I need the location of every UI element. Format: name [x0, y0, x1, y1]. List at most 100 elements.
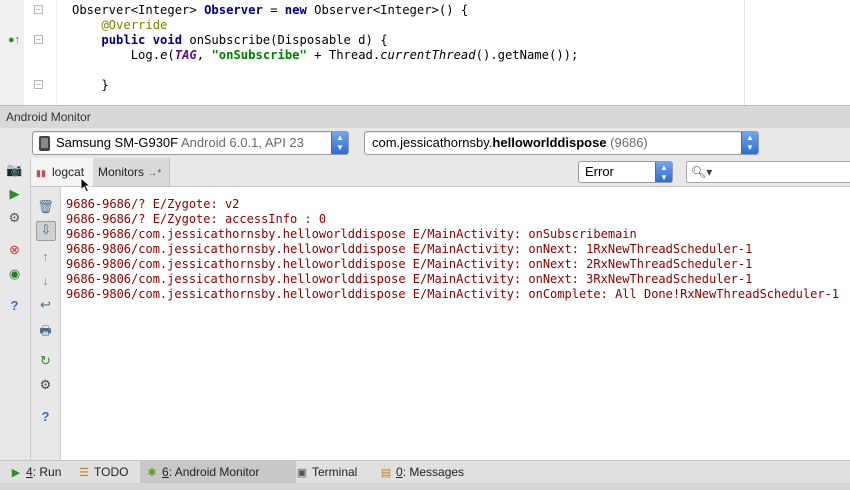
mouse-cursor-icon — [80, 177, 92, 193]
code-token: currentThread — [380, 48, 476, 62]
run-label: : Run — [32, 465, 62, 479]
terminal-icon: ▣ — [296, 466, 308, 479]
code-token: TAG — [174, 48, 197, 62]
terminate-app-icon[interactable]: ⊗ — [6, 242, 23, 257]
todo-label: TODO — [94, 465, 129, 479]
log-line: 9686-9686/? E/Zygote: v2 — [66, 197, 240, 211]
fold-marker-icon[interactable]: − — [34, 80, 43, 89]
android-monitor-key: 6 — [162, 465, 169, 479]
todo-tool-button[interactable]: ☰ TODO — [72, 461, 134, 483]
chevron-updown-icon[interactable]: ▲ ▼ — [741, 132, 758, 154]
help-icon[interactable]: ? — [6, 298, 23, 313]
log-line: 9686-9686/? E/Zygote: accessInfo : 0 — [66, 212, 327, 226]
settings-icon[interactable]: ⚙ — [37, 377, 54, 393]
code-token: Observer<Integer> — [72, 3, 205, 17]
terminal-label: Terminal — [312, 465, 358, 479]
android-monitor-title-bar: Android Monitor — [0, 105, 850, 130]
code-token: new — [284, 3, 307, 17]
code-token: } — [72, 78, 109, 92]
code-line: Observer<Integer> Observer = new Observe… — [72, 3, 468, 18]
log-level-selector[interactable]: Error ▲ ▼ — [578, 161, 673, 183]
fold-marker-icon[interactable]: − — [34, 5, 43, 14]
process-name: helloworlddispose — [492, 135, 607, 150]
device-detail: Android 6.0.1, API 23 — [181, 135, 304, 150]
log-line: 9686-9806/com.jessicathornsby.helloworld… — [66, 287, 840, 301]
logcat-icon: ▮▮ — [36, 167, 46, 178]
messages-label: : Messages — [402, 465, 465, 479]
down-arrow-icon[interactable]: ↓ — [37, 273, 54, 289]
monitor-tabs-row: ▮▮ logcat Monitors →* Error ▲ ▼ 🔍︎▾ — [31, 158, 850, 187]
process-prefix: com.jessicathornsby. — [372, 135, 493, 150]
system-info-icon[interactable]: ⚙ — [6, 210, 23, 225]
android-monitor-tool-button[interactable]: ✱ 6: Android Monitor — [140, 461, 296, 483]
fold-gutter: − − − — [24, 0, 57, 105]
code-token: Log. — [72, 48, 161, 62]
tab-monitors-label: Monitors — [98, 165, 145, 179]
code-token: + Thread. — [306, 48, 381, 62]
restore-layout-icon[interactable]: →* — [147, 168, 161, 179]
up-arrow-icon[interactable]: ↑ — [37, 249, 54, 265]
code-token: @Override — [72, 18, 168, 32]
log-level-value: Error — [585, 164, 614, 179]
code-token: Observer<Integer>() { — [306, 3, 469, 17]
run-tool-button[interactable]: ▶ 4: Run — [4, 461, 67, 483]
search-icon[interactable]: 🔍︎▾ — [691, 164, 712, 180]
device-selector[interactable]: Samsung SM-G930F Android 6.0.1, API 23 ▲… — [32, 131, 349, 155]
restart-icon[interactable]: ↻ — [37, 353, 54, 369]
log-line: 9686-9806/com.jessicathornsby.helloworld… — [66, 242, 753, 256]
logcat-output[interactable]: 9686-9686/? E/Zygote: v2 9686-9686/? E/Zy… — [61, 187, 850, 460]
code-token: ().getName()); — [475, 48, 579, 62]
code-token: ( — [167, 48, 175, 62]
fold-marker-icon[interactable]: − — [34, 35, 43, 44]
chevron-updown-icon[interactable]: ▲ ▼ — [331, 132, 348, 154]
code-line: } — [72, 78, 109, 93]
scroll-to-end-icon[interactable]: ⇩ — [36, 221, 56, 241]
phone-icon — [39, 136, 50, 152]
android-monitor-label: : Android Monitor — [168, 465, 260, 479]
device-name: Samsung SM-G930F — [56, 135, 179, 150]
print-icon[interactable]: 🖶 — [37, 323, 54, 339]
code-line: Log.e(TAG, "onSubscribe" + Thread.curren… — [72, 48, 579, 63]
todo-icon: ☰ — [79, 466, 89, 479]
logcat-search-input[interactable]: 🔍︎▾ — [686, 161, 850, 183]
soft-wraps-icon[interactable]: ↩ — [37, 297, 54, 313]
terminal-tool-button[interactable]: ▣ Terminal — [290, 461, 363, 483]
implements-method-icon[interactable]: ●↑ — [8, 34, 20, 46]
code-token: Observer — [204, 3, 263, 17]
code-line: public void onSubscribe(Disposable d) { — [72, 33, 388, 48]
chevron-updown-icon[interactable]: ▲ ▼ — [655, 162, 672, 182]
tab-monitors[interactable]: Monitors →* — [93, 158, 170, 186]
android-icon: ✱ — [147, 466, 157, 479]
monitor-side-toolbar: 📷 ▶ ⚙ ⊗ ◉ ? — [0, 158, 31, 460]
run-key: 4 — [26, 465, 33, 479]
help-icon[interactable]: ? — [37, 409, 54, 425]
code-token: "onSubscribe" — [211, 48, 307, 62]
clear-logcat-icon[interactable]: 🗑 — [37, 199, 54, 215]
log-line: 9686-9686/com.jessicathornsby.helloworld… — [66, 227, 637, 241]
device-bar: Samsung SM-G930F Android 6.0.1, API 23 ▲… — [0, 128, 850, 158]
panel-title: Android Monitor — [6, 110, 91, 124]
messages-icon: ▤ — [380, 466, 392, 479]
code-token: onSubscribe(Disposable d) { — [182, 33, 388, 47]
process-selector[interactable]: com.jessicathornsby.helloworlddispose (9… — [364, 131, 759, 155]
code-line: @Override — [72, 18, 167, 33]
code-token: = — [262, 3, 285, 17]
run-icon: ▶ — [11, 466, 21, 479]
log-line: 9686-9806/com.jessicathornsby.helloworld… — [66, 257, 753, 271]
editor-gutter: ●↑ — [0, 0, 24, 105]
screen-capture-icon[interactable]: 📷 — [6, 162, 23, 177]
layout-inspector-icon[interactable]: ◉ — [6, 266, 23, 281]
code-token: public void — [101, 33, 183, 47]
code-token: , — [196, 48, 212, 62]
code-editor[interactable]: ●↑ − − − Observer<Integer> Observer = ne… — [0, 0, 850, 105]
messages-tool-button[interactable]: ▤ 0: Messages — [374, 461, 470, 483]
status-bar — [0, 483, 850, 490]
editor-right-margin — [744, 0, 745, 105]
messages-key: 0 — [396, 465, 403, 479]
tool-window-bar: ▶ 4: Run ☰ TODO ✱ 6: Android Monitor ▣ Termi… — [0, 460, 850, 483]
process-pid: (9686) — [610, 135, 648, 150]
log-line: 9686-9806/com.jessicathornsby.helloworld… — [66, 272, 753, 286]
screen-record-icon[interactable]: ▶ — [6, 186, 23, 201]
logcat-toolbar: 🗑 ⇩ ↑ ↓ ↩ 🖶 ↻ ⚙ ? — [31, 187, 61, 460]
